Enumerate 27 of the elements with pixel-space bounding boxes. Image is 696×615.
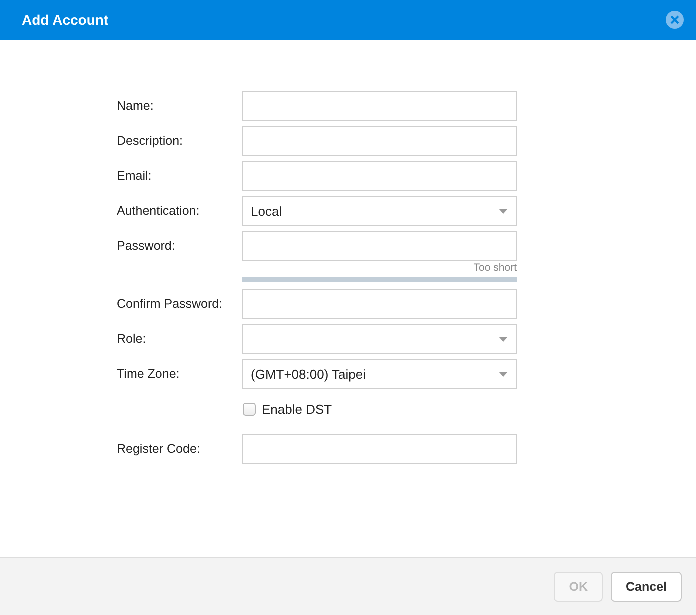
input-field[interactable] [242,434,517,464]
field-label: Description: [117,134,184,148]
dropdown[interactable]: (GMT+08:00) Taipei [242,359,517,389]
input-field[interactable] [242,91,517,121]
field-label: Time Zone: [117,367,181,381]
cancel-button[interactable]: Cancel [611,572,682,602]
input-field[interactable] [242,161,517,191]
field-label: Name: [117,99,155,113]
input-field[interactable] [242,231,517,261]
field-label: Register Code: [117,442,202,456]
close-icon[interactable] [666,11,684,29]
field-label: Confirm Password: [117,297,224,311]
caret-icon [499,372,508,376]
checkbox[interactable] [243,402,256,416]
strength-text: Too short [474,262,517,275]
window-title: Add Account [22,12,109,28]
input-field[interactable] [242,289,517,319]
field-label: Email: [117,169,153,183]
field-label: Password: [117,239,176,253]
caret-icon [499,208,508,214]
dropdown[interactable]: Local [242,196,517,226]
checkbox-label: Enable DST [262,402,332,416]
field-label: Authentication: [117,204,201,218]
field-label: Role: [117,332,148,346]
caret-icon [499,336,508,342]
input-field[interactable] [242,126,517,156]
dropdown[interactable] [242,324,517,354]
